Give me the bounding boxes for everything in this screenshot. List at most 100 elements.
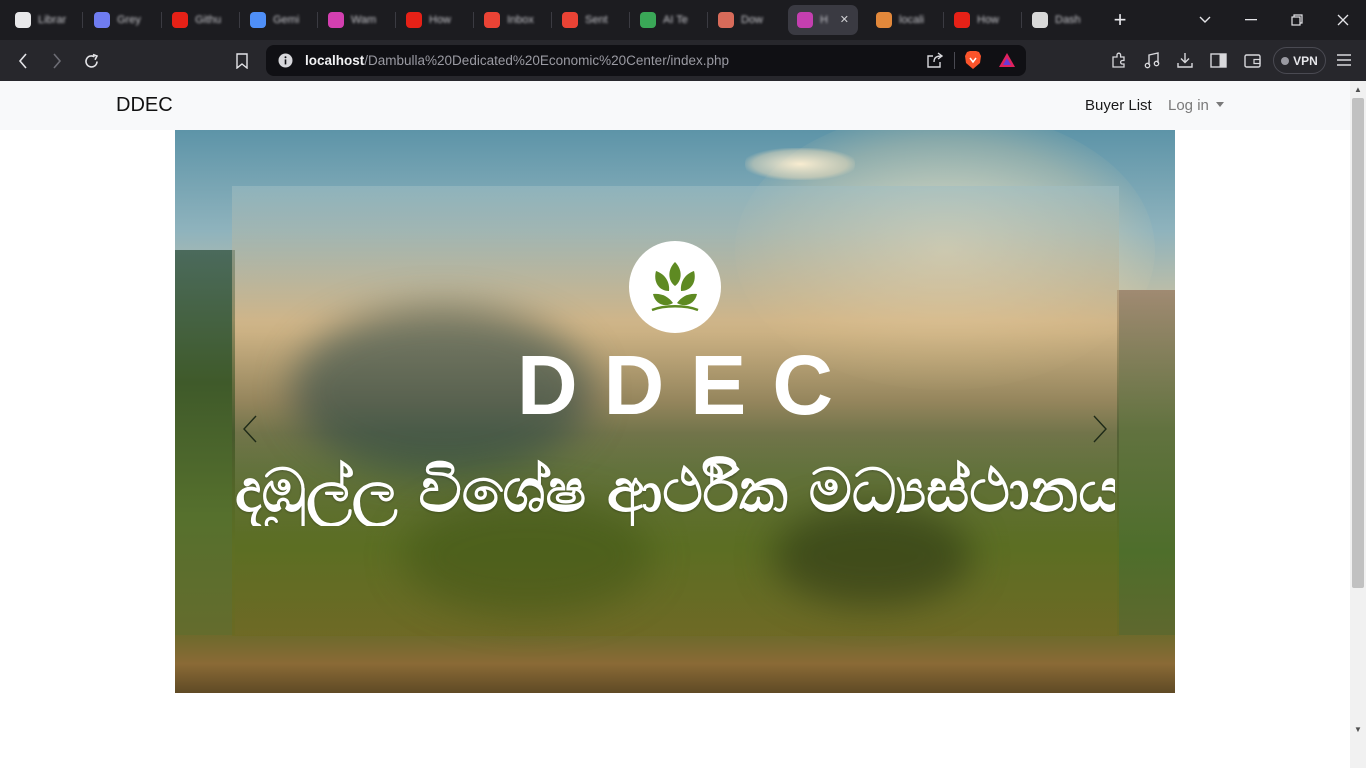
brave-shields-button[interactable]	[963, 50, 983, 70]
app-icon	[1032, 12, 1048, 28]
scroll-down-arrow-icon[interactable]: ▼	[1352, 724, 1364, 736]
browser-tab[interactable]: H ✕	[788, 5, 858, 35]
restore-button[interactable]	[1274, 0, 1320, 40]
tab-separator	[473, 12, 474, 28]
brave-lion-icon	[965, 51, 981, 69]
browser-tab[interactable]: Librar	[6, 5, 76, 35]
tab-title: Dow	[741, 14, 764, 26]
chevron-left-icon	[243, 415, 257, 443]
browser-tab[interactable]: How	[945, 5, 1015, 35]
tab-title: H	[820, 14, 828, 26]
carousel-prev-button[interactable]	[235, 412, 265, 446]
browser-tab[interactable]: Grey	[85, 5, 155, 35]
media-button[interactable]	[1142, 50, 1162, 70]
tab-separator	[395, 12, 396, 28]
forward-button[interactable]	[44, 48, 70, 74]
tab-title: How	[429, 14, 452, 26]
globe-icon	[94, 12, 110, 28]
rewards-triangle-icon	[999, 53, 1015, 67]
app-icon	[640, 12, 656, 28]
tab-separator	[317, 12, 318, 28]
navbar-brand[interactable]: DDEC	[116, 94, 173, 117]
minimize-button[interactable]	[1228, 0, 1274, 40]
new-tab-button[interactable]: +	[1108, 6, 1132, 34]
tab-title: Gemi	[273, 14, 300, 26]
tab-separator	[943, 12, 944, 28]
chevron-down-icon	[1199, 16, 1211, 23]
browser-tab[interactable]: locali	[867, 5, 937, 35]
url-text: localhost/Dambulla%20Dedicated%20Economi…	[305, 53, 729, 68]
tab-title: Inbox	[507, 14, 534, 26]
wallet-icon	[1243, 53, 1261, 68]
app-icon	[328, 12, 344, 28]
tab-search-button[interactable]	[1182, 0, 1228, 40]
wallet-button[interactable]	[1242, 50, 1262, 70]
browser-tab[interactable]: Dow	[709, 5, 779, 35]
cloud	[745, 148, 855, 180]
tab-separator	[1021, 12, 1022, 28]
tab-separator	[629, 12, 630, 28]
reload-button[interactable]	[78, 48, 104, 74]
browser-tab[interactable]: Githu	[163, 5, 233, 35]
url-path: /Dambulla%20Dedicated%20Economic%20Cente…	[364, 53, 729, 68]
close-window-button[interactable]	[1320, 0, 1366, 40]
reload-icon	[84, 53, 98, 68]
browser-tab[interactable]: Wam	[319, 5, 389, 35]
gmail-icon	[484, 12, 500, 28]
gmail-icon	[562, 12, 578, 28]
close-tab-icon[interactable]: ✕	[840, 13, 849, 26]
back-button[interactable]	[10, 48, 36, 74]
hero-carousel: DDEC දඹුල්ල විශේෂ ආර්ථික මධ්‍යස්ථානය	[175, 130, 1175, 693]
github-icon	[15, 12, 31, 28]
tab-separator	[239, 12, 240, 28]
tab-separator	[161, 12, 162, 28]
tab-title: Sent	[585, 14, 608, 26]
ddec-logo	[629, 241, 721, 333]
sidebar-button[interactable]	[1208, 50, 1228, 70]
extensions-button[interactable]	[1109, 50, 1129, 70]
site-navbar: DDEC Buyer List Log in	[0, 81, 1350, 130]
tab-title: locali	[899, 14, 925, 26]
info-icon	[278, 53, 293, 68]
browser-toolbar: localhost/Dambulla%20Dedicated%20Economi…	[0, 40, 1366, 81]
tab-title: Librar	[38, 14, 67, 26]
app-icon	[718, 12, 734, 28]
chevron-right-icon	[1093, 415, 1107, 443]
carousel-next-button[interactable]	[1085, 412, 1115, 446]
ground-path	[175, 635, 1175, 693]
scrollbar-thumb[interactable]	[1352, 98, 1364, 588]
main-menu-button[interactable]	[1334, 50, 1354, 70]
arrow-right-icon	[53, 53, 62, 69]
tab-title: How	[977, 14, 1000, 26]
browser-tab[interactable]: Inbox	[475, 5, 545, 35]
scroll-up-arrow-icon[interactable]: ▲	[1352, 84, 1364, 96]
tab-title: Grey	[117, 14, 141, 26]
vpn-status-icon	[1281, 56, 1290, 65]
nav-buyer-list-link[interactable]: Buyer List	[1085, 97, 1152, 114]
share-button[interactable]	[924, 50, 944, 70]
bookmark-button[interactable]	[229, 48, 255, 74]
page-viewport: DDEC Buyer List Log in DDEC දඹුල්ල විශේෂ…	[0, 81, 1350, 768]
download-icon	[1177, 53, 1193, 68]
browser-tab[interactable]: Sent	[553, 5, 623, 35]
brave-rewards-button[interactable]	[997, 50, 1017, 70]
address-bar[interactable]: localhost/Dambulla%20Dedicated%20Economi…	[266, 45, 1026, 76]
hamburger-menu-icon	[1337, 54, 1351, 66]
nav-login-label: Log in	[1168, 97, 1209, 114]
youtube-icon	[954, 12, 970, 28]
vpn-button[interactable]: VPN	[1273, 47, 1326, 74]
tea-bushes-left	[175, 250, 235, 693]
nav-login-dropdown[interactable]: Log in	[1168, 97, 1224, 114]
app-icon	[797, 12, 813, 28]
browser-tab[interactable]: Dash	[1023, 5, 1093, 35]
downloads-button[interactable]	[1175, 50, 1195, 70]
browser-tab[interactable]: Gemi	[241, 5, 311, 35]
leaf-logo-icon	[651, 262, 699, 312]
browser-tab[interactable]: AI Te	[631, 5, 701, 35]
bookmark-icon	[236, 53, 248, 69]
tab-separator	[551, 12, 552, 28]
browser-tab[interactable]: How	[397, 5, 467, 35]
tab-separator	[82, 12, 83, 28]
banner-subtitle: දඹුල්ල විශේෂ ආර්ථික මධ්‍යස්ථානය	[235, 456, 1115, 526]
xampp-icon	[876, 12, 892, 28]
